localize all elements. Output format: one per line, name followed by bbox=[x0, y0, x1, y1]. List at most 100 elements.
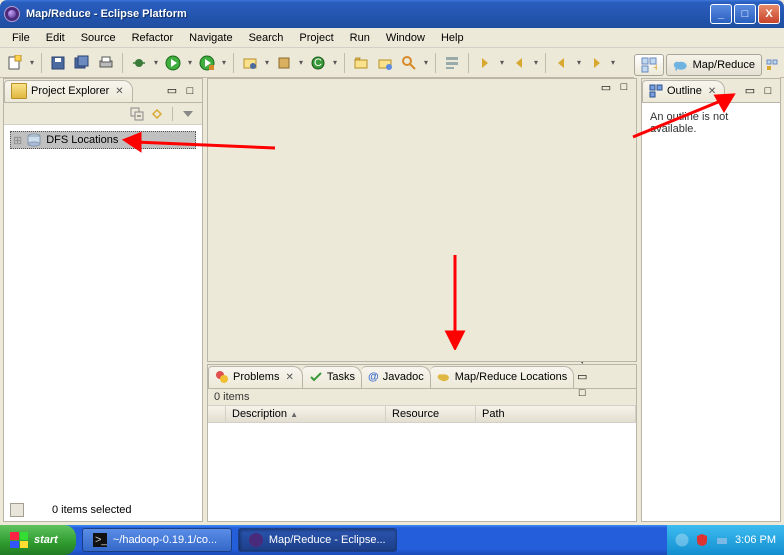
minimize-button[interactable]: _ bbox=[710, 4, 732, 24]
view-menu-icon[interactable] bbox=[180, 106, 196, 122]
prev-ann-dropdown[interactable]: ▾ bbox=[532, 58, 540, 67]
print-button[interactable] bbox=[95, 52, 117, 74]
new-java-dropdown[interactable]: ▾ bbox=[263, 58, 271, 67]
maximize-view-icon[interactable]: □ bbox=[760, 83, 776, 99]
toggle-mark-button[interactable] bbox=[441, 52, 463, 74]
close-icon[interactable]: ✕ bbox=[283, 372, 295, 383]
collapse-all-icon[interactable] bbox=[129, 106, 145, 122]
perspective-label: Map/Reduce bbox=[693, 59, 755, 71]
menu-help[interactable]: Help bbox=[433, 30, 472, 46]
svg-text:C: C bbox=[314, 57, 322, 69]
outline-icon bbox=[649, 84, 663, 98]
close-button[interactable]: X bbox=[758, 4, 780, 24]
minimize-view-icon[interactable]: ▭ bbox=[164, 83, 180, 99]
menu-file[interactable]: File bbox=[4, 30, 38, 46]
table-body[interactable] bbox=[208, 423, 636, 521]
fastview-button[interactable] bbox=[10, 503, 24, 517]
maximize-button[interactable]: □ bbox=[734, 4, 756, 24]
security-icon[interactable] bbox=[695, 533, 709, 547]
maximize-view-icon[interactable]: □ bbox=[182, 83, 198, 99]
tray-icon[interactable] bbox=[675, 533, 689, 547]
run-dropdown[interactable]: ▾ bbox=[186, 58, 194, 67]
outline-tab[interactable]: Outline ✕ bbox=[642, 80, 725, 102]
open-type-button[interactable] bbox=[350, 52, 372, 74]
project-explorer-tab[interactable]: Project Explorer ✕ bbox=[4, 80, 133, 102]
debug-button[interactable] bbox=[128, 52, 150, 74]
run-last-dropdown[interactable]: ▾ bbox=[220, 58, 228, 67]
project-explorer-toolbar bbox=[4, 103, 202, 125]
col-icon[interactable] bbox=[208, 406, 226, 422]
outline-empty-msg: An outline is not available. bbox=[650, 111, 728, 135]
run-last-button[interactable] bbox=[196, 52, 218, 74]
new-class-button[interactable]: C bbox=[307, 52, 329, 74]
perspective-mapreduce[interactable]: Map/Reduce bbox=[666, 54, 762, 76]
minimize-editor-icon[interactable]: ▭ bbox=[598, 79, 614, 95]
menu-edit[interactable]: Edit bbox=[38, 30, 73, 46]
clock[interactable]: 3:06 PM bbox=[735, 534, 776, 546]
window-title: Map/Reduce - Eclipse Platform bbox=[26, 8, 710, 20]
toolbar-separator bbox=[172, 107, 173, 121]
status-selection: 0 items selected bbox=[52, 504, 131, 516]
minimize-view-icon[interactable]: ▭ bbox=[742, 83, 758, 99]
new-package-dropdown[interactable]: ▾ bbox=[297, 58, 305, 67]
next-annotation-button[interactable] bbox=[474, 52, 496, 74]
open-task-button[interactable] bbox=[374, 52, 396, 74]
eclipse-icon bbox=[4, 6, 20, 22]
folder-icon bbox=[11, 83, 27, 99]
link-editor-icon[interactable] bbox=[149, 106, 165, 122]
tab-problems[interactable]: Problems ✕ bbox=[208, 366, 303, 388]
statusbar: 0 items selected bbox=[10, 503, 131, 517]
menu-search[interactable]: Search bbox=[241, 30, 292, 46]
taskbar-item-label: Map/Reduce - Eclipse... bbox=[269, 534, 386, 546]
toolbar-separator bbox=[41, 53, 42, 73]
tasks-icon bbox=[309, 370, 323, 384]
back-dropdown[interactable]: ▾ bbox=[575, 58, 583, 67]
project-explorer-tree[interactable]: ⊞ DFS Locations bbox=[4, 125, 202, 521]
col-path[interactable]: Path bbox=[476, 406, 636, 422]
start-button[interactable]: start bbox=[0, 525, 76, 555]
open-perspective-button[interactable]: + bbox=[634, 54, 664, 76]
close-icon[interactable]: ✕ bbox=[113, 86, 125, 97]
tab-javadoc[interactable]: @ Javadoc bbox=[362, 366, 431, 388]
outline-view: Outline ✕ ▭ □ An outline is not availabl… bbox=[641, 78, 781, 522]
tab-mapreduce-locations[interactable]: Map/Reduce Locations bbox=[431, 366, 575, 388]
taskbar-item-eclipse[interactable]: Map/Reduce - Eclipse... bbox=[238, 528, 397, 552]
search-button[interactable] bbox=[398, 52, 420, 74]
save-button[interactable] bbox=[47, 52, 69, 74]
menu-window[interactable]: Window bbox=[378, 30, 433, 46]
minimize-view-icon[interactable]: ▭ bbox=[574, 369, 590, 385]
close-icon[interactable]: ✕ bbox=[706, 86, 718, 97]
forward-dropdown[interactable]: ▾ bbox=[609, 58, 617, 67]
col-description[interactable]: Description ▲ bbox=[226, 406, 386, 422]
menu-project[interactable]: Project bbox=[291, 30, 341, 46]
col-resource[interactable]: Resource bbox=[386, 406, 476, 422]
back-button[interactable] bbox=[551, 52, 573, 74]
network-icon[interactable] bbox=[715, 533, 729, 547]
search-dropdown[interactable]: ▾ bbox=[422, 58, 430, 67]
tree-item-dfs-locations[interactable]: ⊞ DFS Locations bbox=[10, 131, 196, 149]
new-package-button[interactable] bbox=[273, 52, 295, 74]
tab-label: Map/Reduce Locations bbox=[455, 371, 568, 383]
new-button[interactable] bbox=[4, 52, 26, 74]
new-dropdown[interactable]: ▾ bbox=[28, 58, 36, 67]
menu-navigate[interactable]: Navigate bbox=[181, 30, 240, 46]
menu-run[interactable]: Run bbox=[342, 30, 378, 46]
forward-button[interactable] bbox=[585, 52, 607, 74]
perspective-menu-icon[interactable] bbox=[764, 57, 780, 73]
next-ann-dropdown[interactable]: ▾ bbox=[498, 58, 506, 67]
javadoc-icon: @ bbox=[368, 371, 379, 383]
taskbar-item-terminal[interactable]: >_ ~/hadoop-0.19.1/co... bbox=[82, 528, 232, 552]
prev-annotation-button[interactable] bbox=[508, 52, 530, 74]
run-button[interactable] bbox=[162, 52, 184, 74]
system-tray[interactable]: 3:06 PM bbox=[667, 525, 784, 555]
debug-dropdown[interactable]: ▾ bbox=[152, 58, 160, 67]
new-java-project-button[interactable] bbox=[239, 52, 261, 74]
maximize-editor-icon[interactable]: □ bbox=[616, 79, 632, 95]
toolbar-separator bbox=[545, 53, 546, 73]
editor-area[interactable]: ▭ □ bbox=[207, 78, 637, 362]
menu-refactor[interactable]: Refactor bbox=[124, 30, 182, 46]
new-class-dropdown[interactable]: ▾ bbox=[331, 58, 339, 67]
save-all-button[interactable] bbox=[71, 52, 93, 74]
tab-tasks[interactable]: Tasks bbox=[303, 366, 362, 388]
menu-source[interactable]: Source bbox=[73, 30, 124, 46]
